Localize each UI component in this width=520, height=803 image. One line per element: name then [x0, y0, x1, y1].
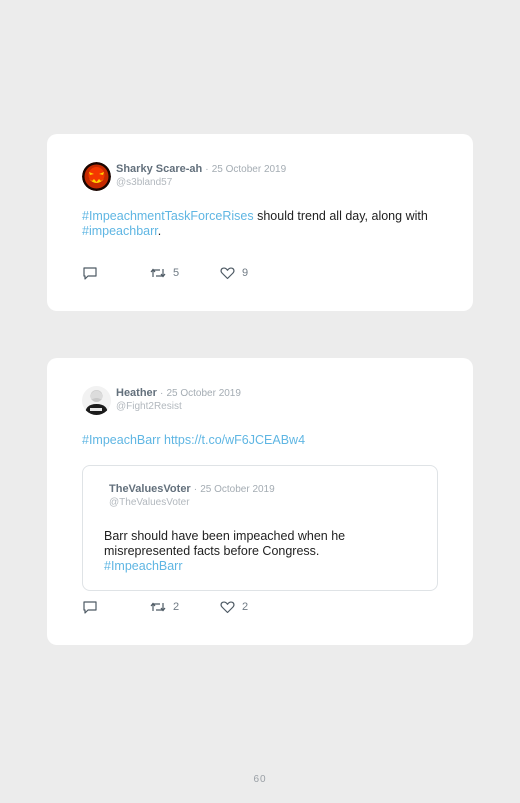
tweet-card-2: Heather · 25 October 2019 @Fight2Resist … [47, 358, 473, 645]
tweet-date[interactable]: 25 October 2019 [166, 388, 241, 399]
jack-o-lantern-avatar-icon [82, 162, 111, 191]
retweet-count: 5 [173, 267, 180, 279]
tweet-header: Heather · 25 October 2019 @Fight2Resist [82, 386, 241, 415]
tweet-text-body: should trend all day, along with [253, 209, 428, 223]
tweet-card-1: Sharky Scare-ah · 25 October 2019 @s3bla… [47, 134, 473, 311]
hashtag-link[interactable]: #impeachbarr [82, 224, 158, 238]
retweet-icon [150, 268, 166, 278]
person-photo-avatar-icon [82, 386, 111, 415]
reply-button[interactable] [82, 600, 98, 615]
hashtag-link[interactable]: #ImpeachmentTaskForceRises [82, 209, 254, 223]
tweet-date[interactable]: 25 October 2019 [212, 164, 287, 175]
author-handle[interactable]: @s3bland57 [116, 176, 286, 189]
like-count: 2 [242, 601, 249, 613]
avatar[interactable] [82, 162, 111, 191]
separator-dot: · [205, 164, 209, 175]
tweet-text: #ImpeachBarr https://t.co/wF6JCEABw4 [82, 433, 442, 448]
page-number: 60 [253, 774, 267, 785]
like-button[interactable]: 2 [220, 600, 248, 614]
retweet-button[interactable]: 2 [150, 600, 179, 614]
url-link[interactable]: https://t.co/wF6JCEABw4 [164, 433, 305, 447]
reply-button[interactable] [82, 266, 98, 281]
separator-dot: · [193, 484, 198, 495]
tweet-text-end: . [157, 224, 162, 238]
heart-icon [220, 601, 235, 614]
quoted-tweet[interactable]: TheValuesVoter · 25 October 2019 @TheVal… [82, 465, 438, 591]
retweet-count: 2 [173, 601, 180, 613]
quoted-tweet-text: Barr should have been impeached when he … [104, 529, 404, 574]
tweet-text: #ImpeachmentTaskForceRises should trend … [82, 209, 442, 239]
hashtag-link[interactable]: #ImpeachBarr [82, 433, 161, 447]
hashtag-link[interactable]: #ImpeachBarr [104, 559, 183, 573]
separator-dot: · [160, 388, 164, 399]
quoted-tweet-body: Barr should have been impeached when he … [104, 529, 346, 558]
reply-icon [83, 601, 97, 614]
like-button[interactable]: 9 [220, 266, 248, 280]
retweet-icon [150, 602, 166, 612]
author-name[interactable]: Heather [116, 387, 157, 399]
quoted-tweet-date[interactable]: 25 October 2019 [200, 484, 275, 495]
heart-icon [220, 267, 235, 280]
quoted-tweet-header: TheValuesVoter · 25 October 2019 @TheVal… [109, 483, 275, 509]
retweet-button[interactable]: 5 [150, 266, 179, 280]
avatar[interactable] [82, 386, 111, 415]
tweet-header: Sharky Scare-ah · 25 October 2019 @s3bla… [82, 162, 286, 191]
like-count: 9 [242, 267, 249, 279]
reply-icon [83, 267, 97, 280]
author-handle[interactable]: @Fight2Resist [116, 400, 241, 413]
author-name[interactable]: Sharky Scare-ah [116, 163, 202, 175]
quoted-author-name[interactable]: TheValuesVoter [109, 483, 191, 495]
quoted-author-handle[interactable]: @TheValuesVoter [109, 496, 275, 509]
